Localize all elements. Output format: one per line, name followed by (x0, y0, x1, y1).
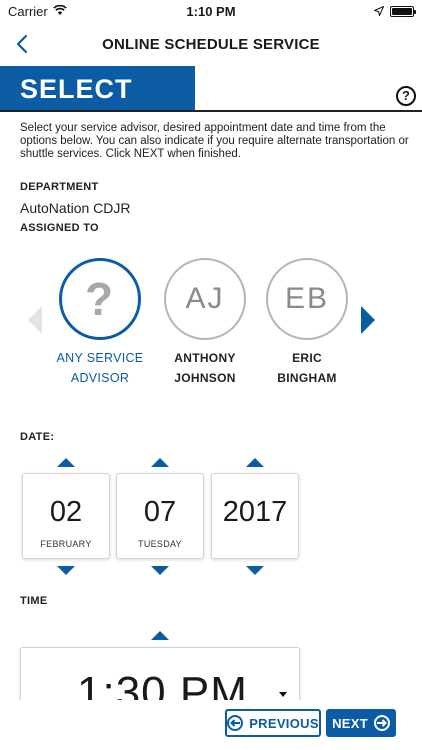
year-up-arrow-icon[interactable] (246, 458, 264, 467)
advisor-name: ERIC BINGHAM (277, 351, 337, 385)
previous-label: PREVIOUS (249, 715, 319, 731)
month-picker[interactable]: 02 FEBRUARY (22, 473, 110, 559)
question-mark-icon: ? (84, 273, 116, 325)
year-value: 2017 (222, 496, 288, 528)
year-down-arrow-icon[interactable] (246, 566, 264, 575)
assigned-to-label: ASSIGNED TO (20, 222, 99, 234)
wifi-icon (52, 4, 67, 19)
section-title: SELECT TIME (0, 66, 195, 150)
department-label: DEPARTMENT (20, 181, 99, 193)
caret-down-icon (279, 692, 287, 697)
weekday-name: TUESDAY (138, 539, 182, 549)
avatar: AJ (164, 258, 246, 340)
advisor-name: ANY SERVICE ADVISOR (56, 351, 144, 385)
department-value: AutoNation CDJR (20, 200, 131, 216)
month-value: 02 (49, 496, 83, 528)
time-up-arrow-icon[interactable] (151, 631, 169, 640)
status-bar: Carrier 1:10 PM (0, 0, 422, 22)
previous-button[interactable]: PREVIOUS (225, 709, 321, 737)
advisor-eric-bingham[interactable]: EB ERIC BINGHAM (257, 258, 357, 388)
battery-icon (390, 5, 416, 17)
advisor-anthony-johnson[interactable]: AJ ANTHONY JOHNSON (155, 258, 255, 388)
page-title: ONLINE SCHEDULE SERVICE (102, 35, 320, 53)
month-name: FEBRUARY (40, 539, 92, 549)
avatar: ? (59, 258, 141, 340)
advisor-name: ANTHONY JOHNSON (174, 351, 236, 385)
month-down-arrow-icon[interactable] (57, 566, 75, 575)
month-up-arrow-icon[interactable] (57, 458, 75, 467)
help-button[interactable]: ? (396, 86, 416, 106)
carousel-next-arrow-icon[interactable] (361, 306, 375, 334)
back-button[interactable] (8, 30, 36, 58)
avatar-initials: AJ (185, 282, 225, 315)
advisor-any[interactable]: ? ANY SERVICE ADVISOR (50, 258, 150, 388)
section-header: SELECT TIME ? (0, 66, 422, 150)
arrow-left-circle-icon (227, 715, 244, 731)
time-label: TIME (20, 595, 48, 607)
day-down-arrow-icon[interactable] (151, 566, 169, 575)
year-picker[interactable]: 2017 (211, 473, 299, 559)
day-value: 07 (143, 496, 177, 528)
next-label: NEXT (332, 715, 368, 731)
nav-header: ONLINE SCHEDULE SERVICE (0, 22, 422, 66)
next-button[interactable]: NEXT (326, 709, 396, 737)
carousel-prev-arrow-icon[interactable] (28, 306, 42, 334)
location-arrow-icon (372, 4, 385, 19)
avatar-initials: EB (284, 282, 330, 315)
bottom-bar: PREVIOUS NEXT (0, 700, 422, 750)
instructions-text: Select your service advisor, desired app… (20, 122, 409, 160)
time-picker[interactable]: 1:30 PM (20, 647, 300, 707)
date-label: DATE: (20, 431, 55, 443)
carrier-label: Carrier (8, 3, 48, 19)
status-right (372, 4, 416, 19)
chevron-left-icon (16, 34, 28, 54)
avatar: EB (266, 258, 348, 340)
day-up-arrow-icon[interactable] (151, 458, 169, 467)
day-picker[interactable]: 07 TUESDAY (116, 473, 204, 559)
arrow-right-circle-icon (373, 715, 390, 731)
status-left: Carrier (8, 4, 67, 19)
